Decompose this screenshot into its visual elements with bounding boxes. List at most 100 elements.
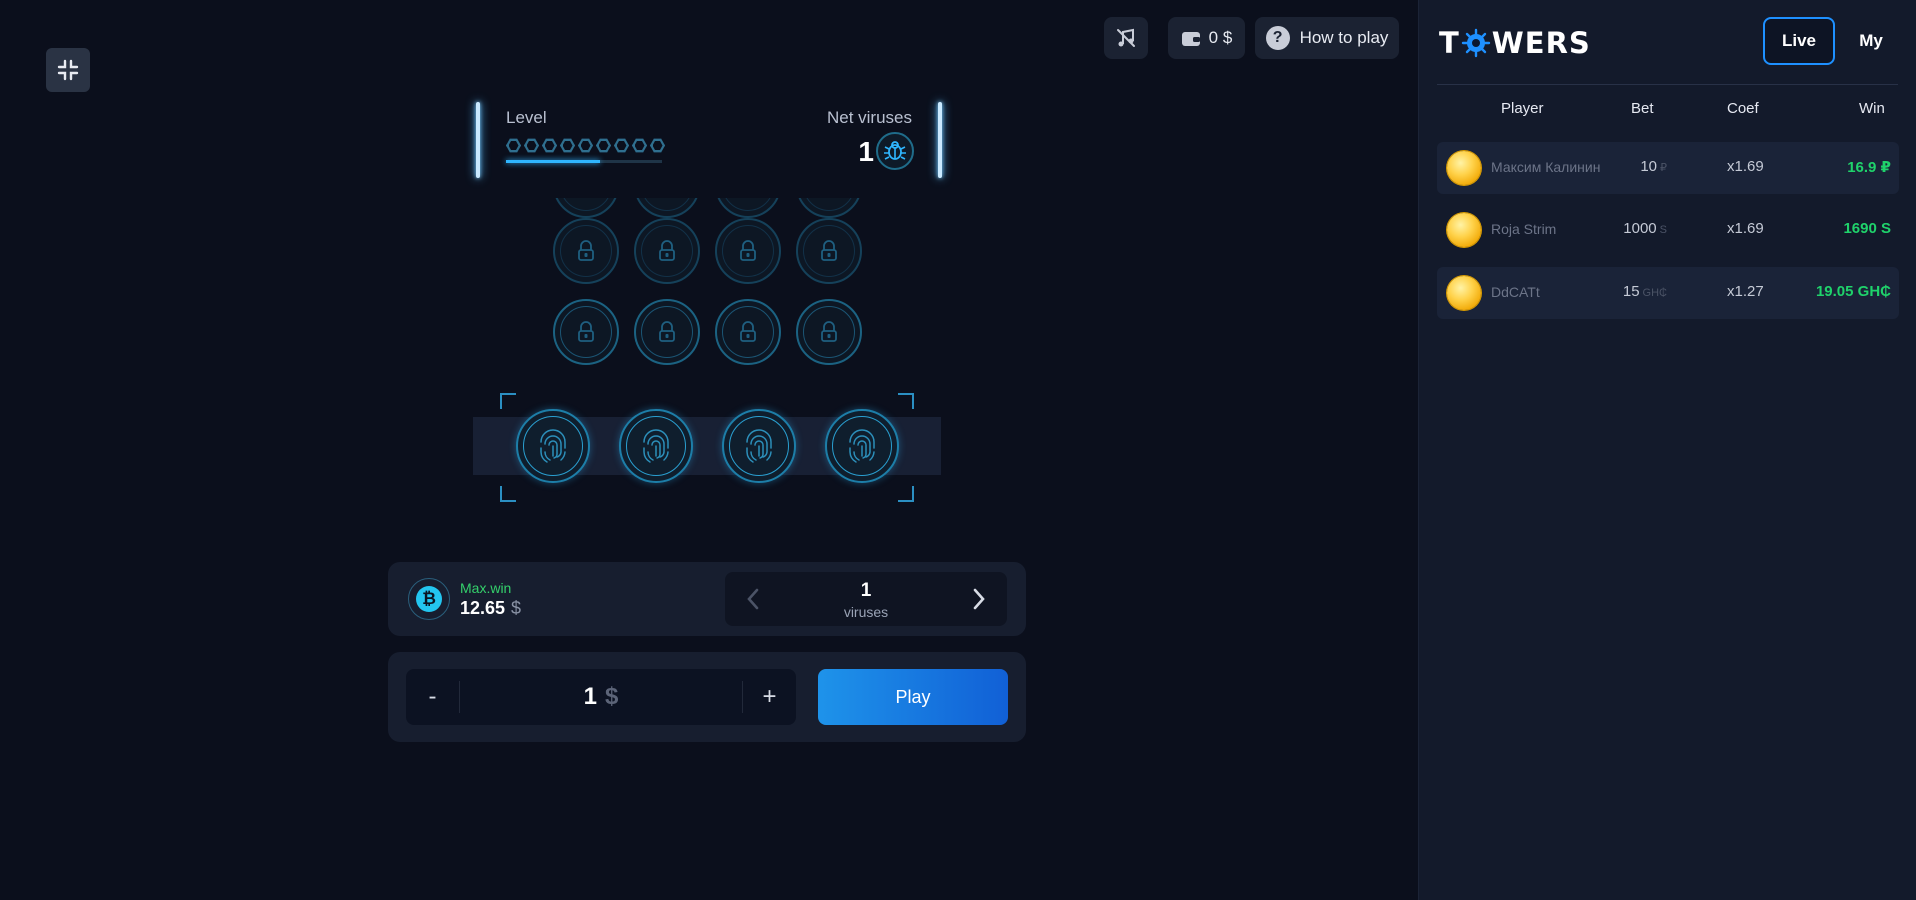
level-hex [632,138,647,153]
lock-icon [659,321,675,342]
locked-cell [715,218,781,284]
exit-fullscreen-button[interactable] [46,48,90,92]
right-glow-bar [938,102,942,178]
bet-decrease-button[interactable]: - [406,681,460,713]
viruses-increase-button[interactable] [967,586,991,612]
fingerprint-icon [746,429,772,463]
avatar [1447,213,1481,247]
tab-live[interactable]: Live [1763,17,1835,65]
column-header-player: Player [1501,100,1544,117]
max-win-currency: $ [511,598,522,618]
wallet-icon [1181,32,1200,46]
fingerprint-icon [540,429,566,463]
bet-increase-button[interactable]: + [742,681,796,713]
table-row: Roja Strim 1000 S x1.69 1690 S [1437,204,1899,256]
bitcoin-icon: ₿ [408,578,450,620]
fingerprint-icon [849,429,875,463]
avatar [1447,276,1481,310]
lock-icon [578,321,594,342]
level-label: Level [506,108,547,127]
viruses-count: 1 [860,580,872,601]
level-hex [650,138,665,153]
how-to-play-label: How to play [1299,28,1389,47]
frame-corner [898,393,914,409]
locked-cell [553,218,619,284]
player-coef: x1.69 [1727,220,1764,237]
frame-corner [500,393,516,409]
left-glow-bar [476,102,480,178]
level-indicators [506,138,665,153]
lock-icon [821,240,837,261]
locked-cell [553,299,619,365]
lock-icon [578,240,594,261]
level-panel: Level Net viruses 1 [476,102,942,180]
level-hex [524,138,539,153]
locked-cell [634,299,700,365]
column-header-coef: Coef [1727,100,1759,117]
virus-logo-icon [1461,28,1491,58]
play-button[interactable]: Play [818,669,1008,725]
frame-corner [898,486,914,502]
locked-cell [715,299,781,365]
max-win-panel: ₿ Max.win 12.65 $ 1 viruses [388,562,1026,636]
bet-currency: $ [605,683,619,710]
wallet-amount: 0 $ [1208,28,1233,47]
music-muted-icon [1117,28,1135,47]
bet-panel: - 1 $ + Play [388,652,1026,742]
fingerprint-cell[interactable] [619,409,693,483]
live-bets-sidebar: T WERS Live My Player Bet Coef Win Макси… [1418,0,1916,900]
avatar [1447,151,1481,185]
question-icon: ? [1265,26,1290,50]
fingerprint-icon [643,429,669,463]
level-hex [560,138,575,153]
lock-icon [659,240,675,261]
how-to-play-button[interactable]: ? How to play [1255,17,1399,59]
net-viruses-label: Net viruses [826,108,912,127]
player-win: 19.05 GH₵ [1815,283,1891,300]
level-hex [542,138,557,153]
lock-icon [740,240,756,261]
viruses-unit: viruses [843,604,889,620]
locked-cell [796,218,862,284]
viruses-stepper: 1 viruses [725,572,1007,626]
bet-input-box: - 1 $ + [406,669,796,725]
fingerprint-cell[interactable] [516,409,590,483]
player-bet: 15 GH₵ [1622,283,1667,300]
tab-my[interactable]: My [1841,17,1901,65]
game-area: 0 $ ? How to play Level Net viruses 1 ₿ … [0,0,1418,900]
locked-cell [634,218,700,284]
fingerprint-cell[interactable] [825,409,899,483]
frame-corner [500,486,516,502]
lock-icon [740,321,756,342]
player-coef: x1.69 [1727,158,1764,175]
chevron-right-icon [973,588,985,610]
locked-cell [796,299,862,365]
lock-icon [821,321,837,342]
max-win-amount: 12.65 [460,598,506,618]
player-bet: 1000 S [1623,220,1667,237]
virus-icon [884,141,906,160]
level-hex [506,138,521,153]
brand-logo: T WERS [1439,26,1591,60]
bet-amount: 1 [583,683,597,710]
wallet-button[interactable]: 0 $ [1168,17,1245,59]
player-win: 1690 S [1843,220,1891,237]
column-header-bet: Bet [1631,100,1654,117]
table-row: DdCATt 15 GH₵ x1.27 19.05 GH₵ [1437,267,1899,319]
fingerprint-cell[interactable] [722,409,796,483]
collapse-icon [57,59,79,81]
net-viruses-value: 1 [858,136,874,167]
level-hex [596,138,611,153]
sound-toggle-button[interactable] [1104,17,1148,59]
player-coef: x1.27 [1727,283,1764,300]
divider [1437,84,1898,85]
max-win-label: Max.win [460,580,512,596]
max-win-value: 12.65 $ [460,598,521,619]
level-progress-track [506,160,662,163]
level-hex [614,138,629,153]
bet-amount-input[interactable]: 1 $ [460,683,742,711]
level-hex [578,138,593,153]
virus-badge [876,132,914,170]
player-bet: 10 ₽ [1640,158,1667,175]
level-progress-fill [506,160,600,163]
